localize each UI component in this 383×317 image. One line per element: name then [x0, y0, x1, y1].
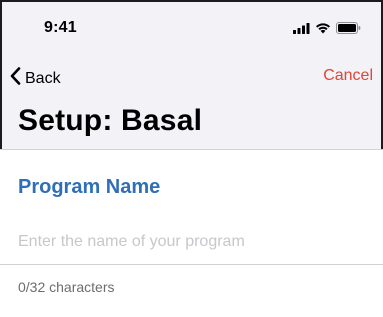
status-time: 9:41: [44, 19, 77, 36]
page-title: Setup: Basal: [18, 104, 203, 137]
program-name-input[interactable]: [18, 230, 363, 254]
wifi-icon: [315, 21, 331, 39]
navigation-bar: Back Cancel: [0, 56, 383, 96]
character-counter: 0/32 characters: [18, 279, 115, 295]
battery-icon: [336, 21, 361, 39]
status-icons: [293, 21, 361, 39]
back-button[interactable]: Back: [10, 67, 61, 90]
cancel-button[interactable]: Cancel: [323, 67, 373, 85]
signal-icon: [293, 21, 310, 39]
input-divider: [0, 264, 383, 265]
section-top-divider: [0, 149, 383, 150]
section-title: Program Name: [18, 176, 161, 198]
chevron-left-icon: [10, 67, 21, 90]
status-bar: 9:41: [0, 0, 383, 44]
back-label: Back: [25, 69, 61, 87]
